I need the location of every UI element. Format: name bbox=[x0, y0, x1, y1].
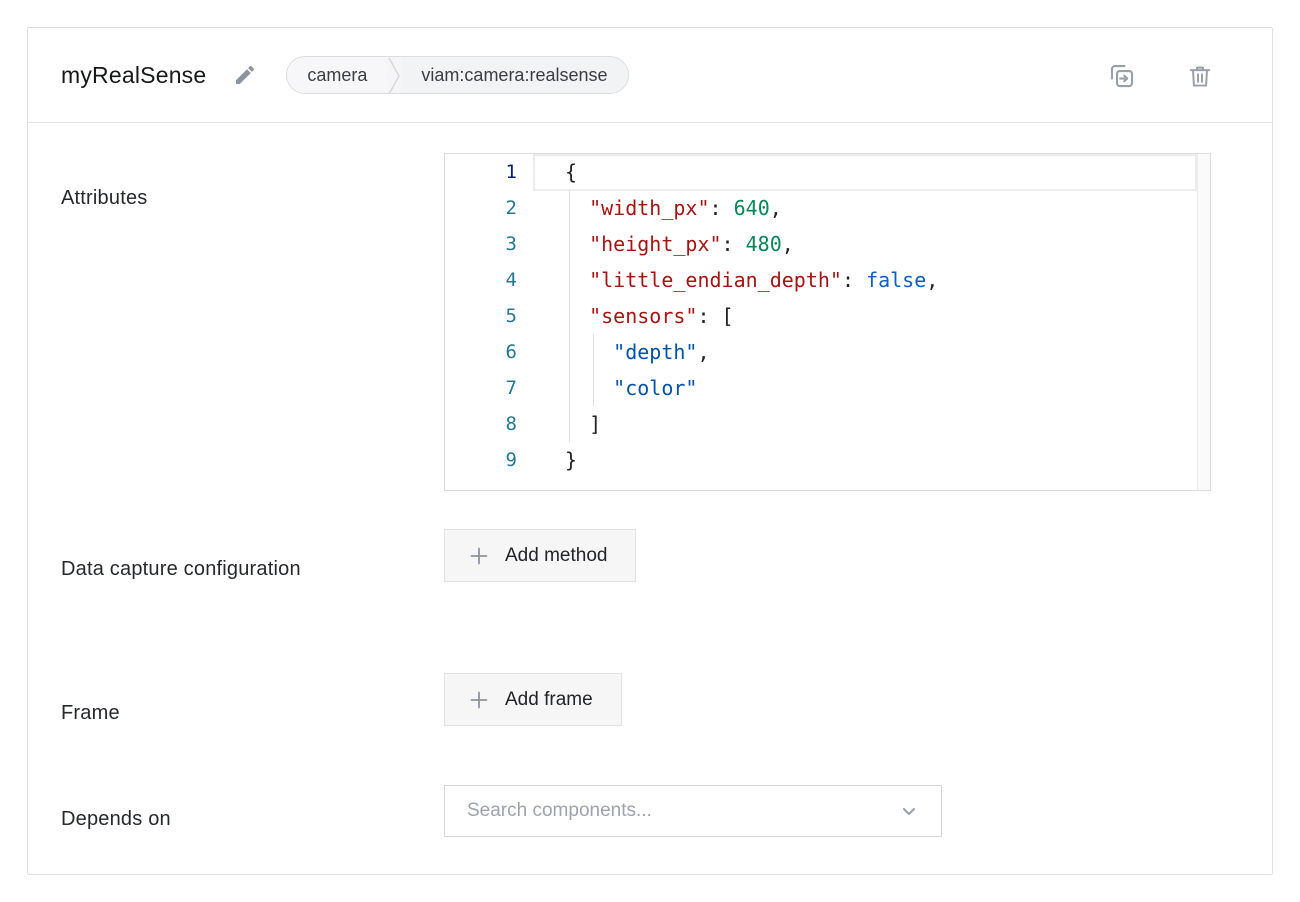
editor-scrollbar[interactable] bbox=[1197, 154, 1210, 490]
code-line[interactable]: 1{ bbox=[445, 154, 1210, 190]
add-frame-label: Add frame bbox=[505, 689, 593, 711]
depends-on-placeholder: Search components... bbox=[467, 800, 652, 822]
chip-chevron-divider bbox=[387, 57, 401, 93]
chip-category: camera bbox=[287, 57, 387, 93]
component-name: myRealSense bbox=[61, 62, 206, 89]
component-card: myRealSense camera viam:camera:realsense bbox=[27, 27, 1273, 875]
line-number: 2 bbox=[445, 190, 517, 226]
code-line[interactable]: 2 "width_px": 640, bbox=[445, 190, 1210, 226]
code-text: "color" bbox=[517, 370, 697, 406]
code-line[interactable]: 7 "color" bbox=[445, 370, 1210, 406]
code-text: } bbox=[517, 442, 577, 478]
edit-name-button[interactable] bbox=[232, 62, 258, 88]
line-number: 6 bbox=[445, 334, 517, 370]
line-number: 7 bbox=[445, 370, 517, 406]
line-number: 8 bbox=[445, 406, 517, 442]
chevron-down-icon bbox=[899, 801, 919, 821]
line-number: 4 bbox=[445, 262, 517, 298]
attributes-code-editor[interactable]: 1{2 "width_px": 640,3 "height_px": 480,4… bbox=[444, 153, 1211, 491]
chip-model: viam:camera:realsense bbox=[401, 57, 627, 93]
plus-icon bbox=[469, 546, 489, 566]
code-line[interactable]: 6 "depth", bbox=[445, 334, 1210, 370]
depends-on-select[interactable]: Search components... bbox=[444, 785, 942, 837]
line-number: 1 bbox=[445, 154, 517, 190]
line-number: 3 bbox=[445, 226, 517, 262]
pencil-icon bbox=[233, 63, 257, 87]
component-type-chip: camera viam:camera:realsense bbox=[286, 56, 628, 94]
code-line[interactable]: 9} bbox=[445, 442, 1210, 478]
delete-button[interactable] bbox=[1185, 61, 1215, 91]
code-text: ] bbox=[517, 406, 601, 442]
depends-on-label: Depends on bbox=[61, 799, 171, 839]
code-text: "height_px": 480, bbox=[517, 226, 794, 262]
add-frame-button[interactable]: Add frame bbox=[444, 673, 622, 726]
code-text: { bbox=[517, 154, 577, 190]
plus-icon bbox=[469, 690, 489, 710]
code-lines: 1{2 "width_px": 640,3 "height_px": 480,4… bbox=[445, 154, 1210, 478]
attributes-label: Attributes bbox=[61, 178, 147, 218]
header-actions bbox=[1107, 28, 1215, 123]
data-capture-label: Data capture configuration bbox=[61, 549, 311, 589]
line-number: 5 bbox=[445, 298, 517, 334]
trash-icon bbox=[1186, 62, 1214, 90]
code-line[interactable]: 3 "height_px": 480, bbox=[445, 226, 1210, 262]
code-text: "depth", bbox=[517, 334, 710, 370]
add-method-button[interactable]: Add method bbox=[444, 529, 636, 582]
code-text: "sensors": [ bbox=[517, 298, 734, 334]
line-number: 9 bbox=[445, 442, 517, 478]
code-line[interactable]: 8 ] bbox=[445, 406, 1210, 442]
code-text: "width_px": 640, bbox=[517, 190, 782, 226]
add-method-label: Add method bbox=[505, 545, 607, 567]
code-line[interactable]: 4 "little_endian_depth": false, bbox=[445, 262, 1210, 298]
code-line[interactable]: 5 "sensors": [ bbox=[445, 298, 1210, 334]
frame-label: Frame bbox=[61, 693, 120, 733]
duplicate-button[interactable] bbox=[1107, 61, 1137, 91]
component-header: myRealSense camera viam:camera:realsense bbox=[28, 28, 1272, 123]
code-text: "little_endian_depth": false, bbox=[517, 262, 938, 298]
duplicate-icon bbox=[1107, 61, 1137, 91]
